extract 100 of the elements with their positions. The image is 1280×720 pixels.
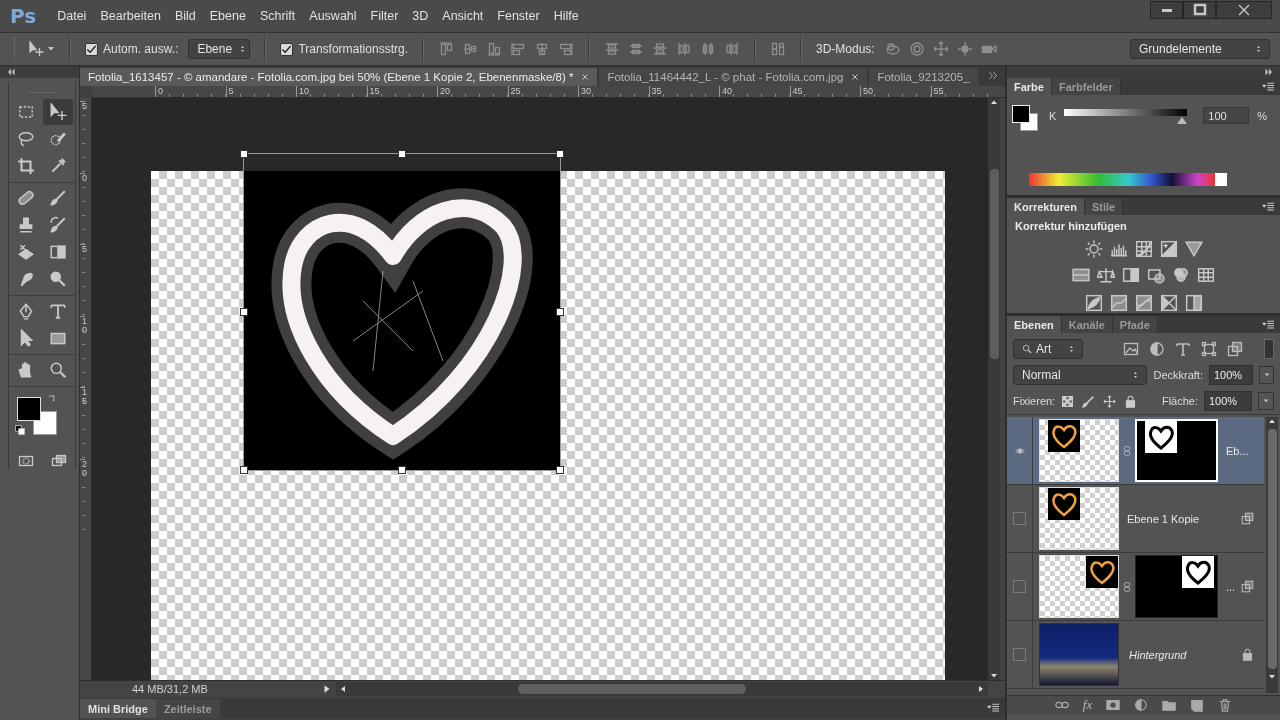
document-tab[interactable]: Fotolia_1613457 - © amandare - Fotolia.com.jpg bei 50% (Ebene 1 Kopie 2, Ebenenmaske/8) *	[80, 68, 598, 86]
panel-tab[interactable]: Korrekturen	[1007, 198, 1085, 215]
layer-row[interactable]: Ebene 1 Kopie	[1007, 485, 1264, 553]
target-dropdown[interactable]: Ebene	[188, 39, 251, 59]
gradient-square-icon[interactable]	[1184, 294, 1203, 312]
panel-menu-icon[interactable]	[1260, 318, 1276, 331]
close-button[interactable]	[1216, 1, 1272, 19]
checkerboard-icon[interactable]	[1061, 394, 1075, 408]
document-tab[interactable]: Fotolia_9213205_	[869, 68, 978, 86]
panel-tab[interactable]: Zeitleiste	[155, 699, 220, 718]
image-icon[interactable]	[1123, 341, 1139, 357]
screen-mode-icon[interactable]	[50, 453, 67, 469]
move-tool-icon[interactable]	[28, 41, 44, 57]
panel-menu-icon[interactable]	[1260, 200, 1276, 213]
sun-icon[interactable]	[1084, 240, 1103, 258]
rotate-3d-icon[interactable]	[884, 41, 901, 57]
add-mask-icon[interactable]	[1106, 698, 1121, 712]
panel-tab[interactable]: Stile	[1084, 198, 1124, 215]
filter-toggle[interactable]	[1264, 339, 1274, 359]
stairs-icon[interactable]	[1109, 294, 1128, 312]
chain-link-icon[interactable]	[1122, 579, 1132, 594]
triangle-icon[interactable]	[1184, 240, 1203, 258]
menu-item[interactable]: Hilfe	[546, 9, 586, 23]
grid-icon[interactable]	[1197, 266, 1215, 284]
scale-icon[interactable]	[1097, 266, 1115, 284]
menu-item[interactable]: Bild	[167, 9, 203, 23]
menu-item[interactable]: Filter	[363, 9, 406, 23]
color-spectrum-bar[interactable]	[1029, 173, 1227, 186]
align-bottom-icon[interactable]	[485, 41, 502, 57]
panel-tab[interactable]: Mini Bridge	[80, 699, 156, 718]
distribute-bottom-icon[interactable]	[651, 41, 668, 57]
menu-item[interactable]: Ebene	[202, 9, 253, 23]
chain-link-icon[interactable]	[1122, 443, 1132, 458]
close-icon[interactable]	[581, 73, 590, 81]
menu-item[interactable]: Ansicht	[435, 9, 491, 23]
distribute-left-icon[interactable]	[675, 41, 692, 57]
fx-button[interactable]: fx	[1082, 697, 1093, 713]
default-colors-icon[interactable]	[15, 425, 25, 435]
more-tabs-icon[interactable]	[987, 71, 999, 80]
text-icon[interactable]	[1175, 341, 1191, 357]
cross-square-icon[interactable]	[1159, 294, 1178, 312]
close-icon[interactable]	[851, 73, 860, 81]
vertical-scrollbar[interactable]	[988, 98, 1000, 680]
menu-item[interactable]: Auswahl	[302, 9, 364, 23]
drag-3d-icon[interactable]	[932, 41, 949, 57]
curve-icon[interactable]	[1134, 240, 1153, 258]
status-menu-arrow-icon[interactable]	[322, 684, 332, 694]
brush-icon[interactable]	[1082, 394, 1096, 408]
checkbox[interactable]	[85, 42, 98, 56]
align-middle-icon[interactable]	[461, 41, 478, 57]
swap-arrow-icon[interactable]	[47, 393, 57, 403]
opacity-field[interactable]: 100%	[1208, 365, 1254, 385]
expand-icon[interactable]	[1264, 68, 1274, 76]
exposure-icon[interactable]	[1159, 240, 1178, 258]
align-top-icon[interactable]	[437, 41, 454, 57]
layer-row[interactable]: ...	[1007, 553, 1264, 621]
scrollbar-thumb[interactable]	[518, 684, 746, 694]
auto-align-icon[interactable]	[769, 41, 786, 57]
menu-item[interactable]: Schrift	[252, 9, 303, 23]
menu-item[interactable]: 3D	[405, 9, 436, 23]
maximize-button[interactable]	[1183, 1, 1216, 19]
half-circle-icon[interactable]	[1149, 341, 1165, 357]
filter-icon[interactable]	[1147, 266, 1165, 284]
transform-icon[interactable]	[1201, 341, 1217, 357]
checkbox[interactable]	[280, 42, 294, 56]
scrollbar-thumb[interactable]	[989, 169, 999, 359]
distribute-top-icon[interactable]	[603, 41, 620, 57]
panel-menu-icon[interactable]	[1260, 80, 1276, 93]
align-left-icon[interactable]	[509, 41, 526, 57]
document-tab[interactable]: Fotolia_11464442_L - © phat - Fotolia.com.jpg	[599, 68, 868, 86]
half-circle-icon[interactable]	[1134, 698, 1149, 712]
split-bar-icon[interactable]	[1072, 266, 1090, 284]
panel-menu-icon[interactable]	[985, 702, 1001, 714]
threshold-icon[interactable]	[1134, 294, 1153, 312]
mask-thumbnail[interactable]	[1135, 555, 1218, 618]
fill-dropdown-button[interactable]	[1258, 392, 1274, 410]
panel-tab[interactable]: Ebenen	[1007, 316, 1062, 333]
invert-icon[interactable]	[1084, 294, 1103, 312]
panel-tab[interactable]: Kanäle	[1061, 316, 1113, 333]
panel-tab[interactable]: Pfade	[1112, 316, 1158, 333]
distribute-middle-icon[interactable]	[627, 41, 644, 57]
lock-icon[interactable]	[1124, 394, 1138, 408]
fill-field[interactable]: 100%	[1204, 391, 1252, 411]
scrollbar-thumb[interactable]	[1267, 429, 1277, 669]
filter-dropdown[interactable]: Art	[1013, 339, 1083, 359]
folder-icon[interactable]	[1162, 698, 1177, 712]
new-layer-icon[interactable]	[1190, 698, 1205, 712]
opacity-dropdown-button[interactable]	[1259, 366, 1274, 384]
minimize-button[interactable]	[1150, 1, 1183, 19]
circles-icon[interactable]	[1172, 266, 1190, 284]
value-field[interactable]: 100	[1203, 107, 1250, 124]
layer-row[interactable]: Hintergrund	[1007, 621, 1264, 689]
half-square-icon[interactable]	[1122, 266, 1140, 284]
panel-tab[interactable]: Farbe	[1007, 78, 1052, 95]
distribute-right-icon[interactable]	[723, 41, 740, 57]
menu-item[interactable]: Datei	[50, 9, 94, 23]
collapse-icon[interactable]	[6, 68, 16, 76]
move-icon[interactable]	[1103, 394, 1117, 408]
layers-scrollbar[interactable]	[1266, 417, 1278, 693]
slider-thumb[interactable]	[1177, 117, 1188, 124]
